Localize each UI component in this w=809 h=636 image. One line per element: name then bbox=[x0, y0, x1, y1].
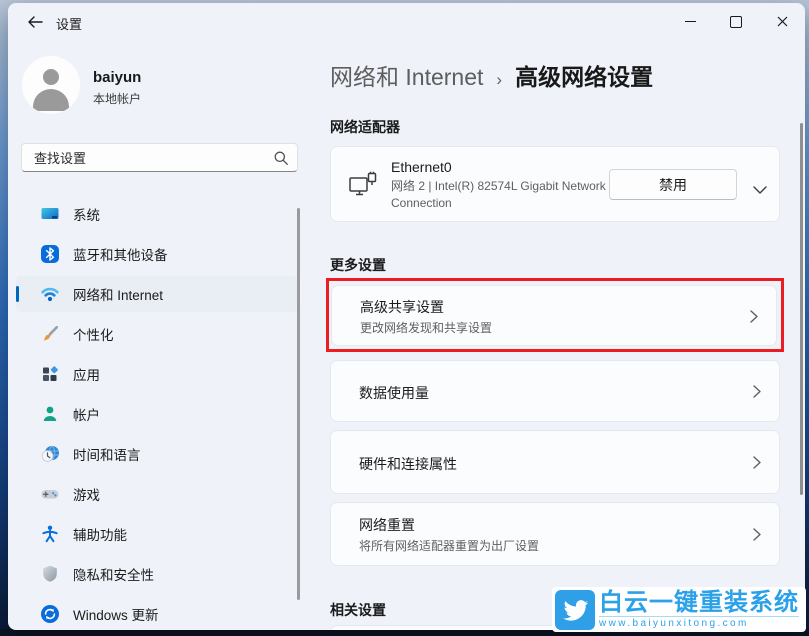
sidebar-item-windows-update[interactable]: Windows 更新 bbox=[16, 596, 298, 630]
chevron-right-icon bbox=[753, 456, 761, 469]
chevron-right-icon bbox=[753, 528, 761, 541]
avatar-head bbox=[43, 69, 59, 85]
sidebar-nav: 系统 蓝牙和其他设备 网络和 Internet bbox=[16, 196, 298, 630]
chevron-down-icon bbox=[753, 186, 767, 194]
sidebar-item-apps[interactable]: 应用 bbox=[16, 356, 298, 392]
back-button[interactable] bbox=[18, 8, 52, 35]
titlebar: 设置 bbox=[8, 3, 805, 40]
adapter-name: Ethernet0 bbox=[391, 159, 452, 175]
search-box[interactable] bbox=[21, 143, 298, 172]
sidebar-item-accessibility[interactable]: 辅助功能 bbox=[16, 516, 298, 552]
sidebar-item-system[interactable]: 系统 bbox=[16, 196, 298, 232]
sidebar-item-label: 隐私和安全性 bbox=[73, 564, 154, 584]
sidebar-item-label: 游戏 bbox=[73, 484, 100, 504]
search-icon bbox=[273, 150, 289, 166]
sidebar-item-time-language[interactable]: 时间和语言 bbox=[16, 436, 298, 472]
annotation-red-box bbox=[326, 278, 784, 352]
page-title: 高级网络设置 bbox=[515, 58, 653, 92]
watermark: 白云一键重装系统 www.baiyunxitong.com bbox=[552, 587, 806, 632]
bird-icon bbox=[561, 598, 589, 622]
back-arrow-icon bbox=[27, 16, 43, 28]
network-icon bbox=[40, 284, 60, 304]
breadcrumb-separator: › bbox=[496, 70, 502, 90]
card-data-usage[interactable]: 数据使用量 bbox=[330, 360, 780, 422]
sidebar-item-label: 网络和 Internet bbox=[73, 284, 163, 304]
sidebar-item-label: Windows 更新 bbox=[73, 604, 159, 624]
settings-window: 设置 baiyun 本地帐户 bbox=[8, 3, 805, 630]
disable-button[interactable]: 禁用 bbox=[609, 169, 737, 200]
sidebar-scrollbar[interactable] bbox=[297, 208, 300, 600]
window-controls bbox=[667, 3, 805, 40]
personalization-icon bbox=[40, 324, 60, 344]
watermark-brand: 白云一键重装系统 bbox=[599, 590, 799, 615]
adapter-card-ethernet0: Ethernet0 网络 2 | Intel(R) 82574L Gigabit… bbox=[330, 146, 780, 222]
privacy-icon bbox=[40, 564, 60, 584]
avatar-body bbox=[33, 89, 69, 111]
card-title: 硬件和连接属性 bbox=[359, 454, 457, 474]
sidebar-item-label: 时间和语言 bbox=[73, 444, 141, 464]
breadcrumb-parent[interactable]: 网络和 Internet bbox=[330, 58, 483, 92]
sidebar-item-network[interactable]: 网络和 Internet bbox=[16, 276, 298, 312]
windows-update-icon bbox=[40, 604, 60, 624]
card-subtitle: 将所有网络适配器重置为出厂设置 bbox=[359, 537, 539, 554]
close-icon bbox=[777, 16, 788, 27]
accounts-icon bbox=[40, 404, 60, 424]
sidebar-item-label: 帐户 bbox=[73, 404, 100, 424]
watermark-text: 白云一键重装系统 www.baiyunxitong.com bbox=[599, 590, 799, 629]
watermark-bird-logo bbox=[555, 590, 595, 630]
sidebar-item-label: 个性化 bbox=[73, 324, 114, 344]
card-title: 数据使用量 bbox=[359, 383, 429, 403]
accessibility-icon bbox=[40, 524, 60, 544]
section-header-network-adapters: 网络适配器 bbox=[330, 117, 400, 137]
apps-icon bbox=[40, 364, 60, 384]
user-name: baiyun bbox=[93, 69, 141, 86]
sidebar-item-bluetooth[interactable]: 蓝牙和其他设备 bbox=[16, 236, 298, 272]
chevron-right-icon bbox=[753, 385, 761, 398]
search-input[interactable] bbox=[32, 145, 266, 171]
sidebar-item-personalization[interactable]: 个性化 bbox=[16, 316, 298, 352]
sidebar-item-privacy[interactable]: 隐私和安全性 bbox=[16, 556, 298, 592]
sidebar-item-accounts[interactable]: 帐户 bbox=[16, 396, 298, 432]
maximize-button[interactable] bbox=[713, 3, 759, 40]
time-language-icon bbox=[40, 444, 60, 464]
minimize-icon bbox=[685, 21, 696, 22]
sidebar-item-label: 蓝牙和其他设备 bbox=[73, 244, 168, 264]
content-scrollbar[interactable] bbox=[800, 123, 803, 495]
ethernet-adapter-icon bbox=[348, 171, 378, 199]
watermark-url: www.baiyunxitong.com bbox=[599, 616, 799, 629]
sidebar-item-gaming[interactable]: 游戏 bbox=[16, 476, 298, 512]
main-content: 网络和 Internet › 高级网络设置 网络适配器 Ethernet0 网络… bbox=[330, 40, 790, 630]
user-account-type: 本地帐户 bbox=[93, 90, 141, 107]
bluetooth-icon bbox=[40, 244, 60, 264]
adapter-expand-chevron[interactable] bbox=[751, 179, 769, 201]
system-icon bbox=[40, 204, 60, 224]
card-title: 网络重置 bbox=[359, 515, 415, 535]
sidebar: baiyun 本地帐户 系统 bbox=[8, 40, 318, 630]
adapter-description: 网络 2 | Intel(R) 82574L Gigabit Network C… bbox=[391, 178, 616, 212]
sidebar-item-label: 系统 bbox=[73, 204, 100, 224]
section-header-related-settings: 相关设置 bbox=[330, 600, 386, 620]
minimize-button[interactable] bbox=[667, 3, 713, 40]
app-title: 设置 bbox=[56, 14, 82, 33]
card-hardware-connection-properties[interactable]: 硬件和连接属性 bbox=[330, 430, 780, 494]
section-header-more-settings: 更多设置 bbox=[330, 255, 386, 275]
close-button[interactable] bbox=[759, 3, 805, 40]
card-network-reset[interactable]: 网络重置 将所有网络适配器重置为出厂设置 bbox=[330, 502, 780, 566]
maximize-icon bbox=[730, 16, 742, 28]
desktop-background: 设置 baiyun 本地帐户 bbox=[0, 0, 809, 636]
breadcrumb: 网络和 Internet › 高级网络设置 bbox=[330, 58, 653, 92]
avatar[interactable] bbox=[22, 56, 80, 114]
sidebar-item-label: 应用 bbox=[73, 364, 100, 384]
gaming-icon bbox=[40, 484, 60, 504]
sidebar-item-label: 辅助功能 bbox=[73, 524, 127, 544]
